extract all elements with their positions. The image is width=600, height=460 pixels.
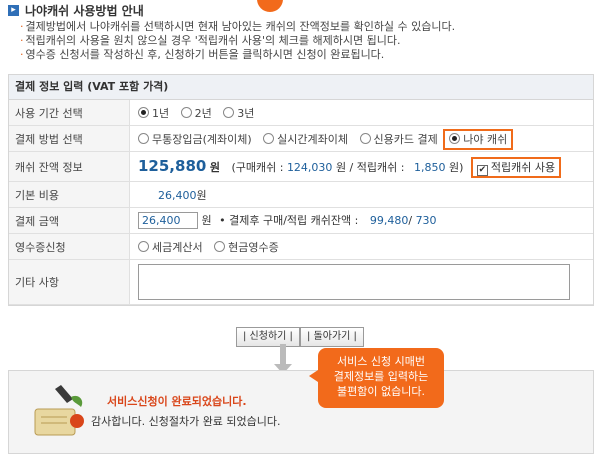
method-option-nayacash[interactable]: 나야 캐쉬 [443,128,514,150]
period-option-3y[interactable]: 3년 [223,106,254,120]
complete-title: 서비스신청이 완료되었습니다. [107,395,247,408]
back-button[interactable]: | 돌아가기 | [300,327,364,347]
radio-icon [180,106,192,118]
reserve-cash: 1,850 [413,161,446,174]
receipt-option-tax[interactable]: 세금계산서 [138,240,203,254]
checkbox-icon: ✔ [476,165,488,176]
guide-item: · 적립캐쉬의 사용을 원치 않으실 경우 '적립캐쉬 사용'의 체크를 해제하시… [20,34,401,47]
complete-subtitle: 감사합니다. 신청절차가 완료 되었습니다. [91,415,281,428]
info-callout: 서비스 신청 시매번 결제정보를 입력하는 불편함이 없습니다. [309,348,444,408]
guide-item: · 결제방법에서 나야캐쉬를 선택하시면 현재 남아있는 캐쉬의 잔액정보를 확인… [20,20,456,33]
method-option-bank[interactable]: 무통장입금(계좌이체) [138,132,252,146]
cash-label: 캐쉬 잔액 정보 [9,151,130,182]
memo-textarea[interactable] [138,264,570,300]
receipt-label: 영수증신청 [9,233,130,260]
complete-panel: 서비스신청이 완료되었습니다. 감사합니다. 신청절차가 완료 되었습니다. [8,370,594,454]
memo-label: 기타 사항 [9,259,130,305]
period-option-2y[interactable]: 2년 [180,106,212,120]
base-cost-label: 기본 비용 [9,181,130,208]
after-purchase: 99,480 [369,213,409,227]
radio-icon [214,240,226,252]
base-cost-value: 26,400 [158,188,197,202]
radio-icon [138,132,149,144]
use-reserve-toggle[interactable]: ✔ 적립캐쉬 사용 [470,157,562,178]
receipt-option-cash[interactable]: 현금영수증 [214,240,279,254]
radio-icon [223,106,235,118]
section-title: ▸ 나야캐쉬 사용방법 안내 [8,2,144,19]
page-title: 나야캐쉬 사용방법 안내 [25,4,144,18]
method-option-realtime[interactable]: 실시간계좌이체 [263,132,348,146]
guide-list: · 결제방법에서 나야캐쉬를 선택하시면 현재 남아있는 캐쉬의 잔액정보를 확인… [20,20,455,62]
certificate-icon [34,385,84,436]
form-header: 결제 정보 입력 (VAT 포함 가격) [9,75,593,100]
method-label: 결제 방법 선택 [9,125,130,152]
method-option-card[interactable]: 신용카드 결제 [359,132,438,146]
purchase-cash: 124,030 [286,161,333,174]
down-arrow-icon [280,344,286,366]
payment-form: 결제 정보 입력 (VAT 포함 가격) 사용 기간 선택 1년 2년 3년 결… [8,74,594,306]
apply-button[interactable]: | 신청하기 | [236,327,300,347]
radio-icon [138,240,149,252]
radio-icon [449,132,461,144]
guide-item: · 영수증 신청서를 작성하신 후, 신청하기 버튼을 클릭하시면 신청이 완료됩… [20,48,385,61]
after-reserve: 730 [415,213,437,227]
cash-amount: 125,880 [138,157,207,175]
radio-icon [263,132,275,144]
period-option-1y[interactable]: 1년 [138,106,169,120]
period-label: 사용 기간 선택 [9,100,130,126]
bullet-square-icon: ▸ [8,5,19,16]
payment-amount-input[interactable]: 26,400 [138,212,198,230]
top-badge [257,0,283,12]
radio-icon [359,132,371,144]
payment-label: 결제 금액 [9,207,130,234]
radio-icon [138,106,149,118]
